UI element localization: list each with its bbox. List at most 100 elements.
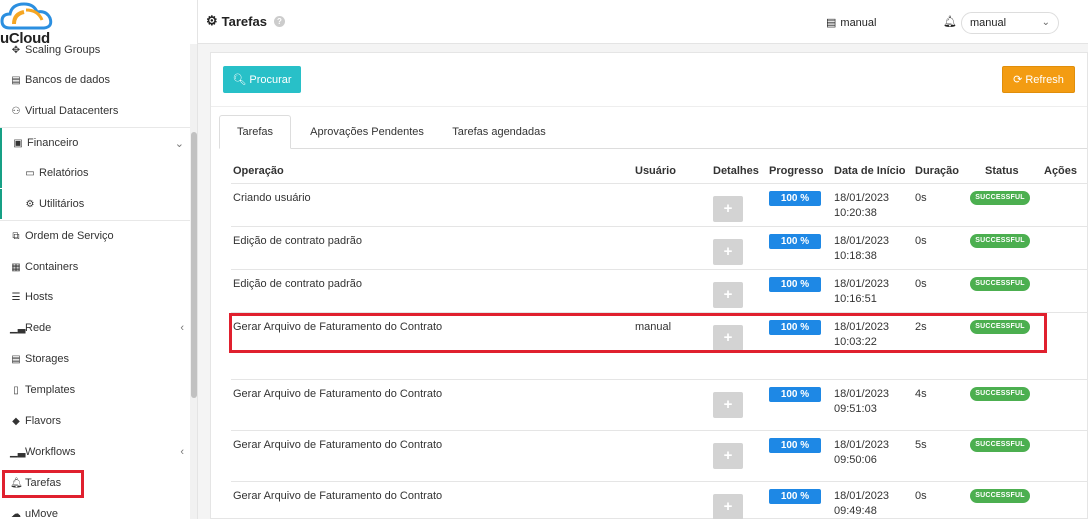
user-label[interactable]: ▤ manual	[826, 16, 877, 30]
sidebar-item-label: Hosts	[25, 291, 54, 303]
cloud-logo-icon	[0, 2, 53, 30]
details-button[interactable]: +	[713, 239, 743, 265]
duration-cell: 0s	[915, 278, 927, 290]
start-time-cell: 10:18:38	[834, 250, 877, 262]
clone-icon: ⧉	[12, 230, 20, 242]
tab-label: Tarefas agendadas	[452, 126, 546, 138]
column-header-operacao[interactable]: Operação	[233, 165, 284, 177]
sidebar-item-label: Containers	[25, 261, 79, 273]
sidebar: uCloud ✥ Scaling Groups ▤ Bancos de dado…	[0, 0, 198, 519]
details-button[interactable]: +	[713, 494, 743, 519]
operation-cell: Gerar Arquivo de Faturamento do Contrato	[233, 490, 443, 502]
column-header-status[interactable]: Status	[985, 165, 1019, 177]
operation-cell: Edição de contrato padrão	[233, 235, 363, 247]
status-badge: SUCCESSFUL	[970, 489, 1030, 503]
sidebar-item-label: Relatórios	[39, 167, 89, 179]
column-header-progresso[interactable]: Progresso	[769, 165, 823, 177]
tab-label: Aprovações Pendentes	[310, 126, 424, 138]
details-button[interactable]: +	[713, 392, 743, 418]
tag-icon: ◆	[12, 415, 20, 427]
column-header-data-de-inicio[interactable]: Data de Início	[834, 165, 906, 177]
sidebar-item-financeiro[interactable]: ▣ Financeiro ⌄	[0, 128, 190, 158]
sidebar-item-label: Templates	[25, 384, 76, 396]
sidebar-item-storages[interactable]: ▤ Storages	[0, 344, 190, 374]
column-header-acoes[interactable]: Ações	[1044, 165, 1077, 177]
column-header-duracao[interactable]: Duração	[915, 165, 959, 177]
progress-bar: 100 %	[769, 387, 821, 402]
chevron-left-icon: ‹	[180, 322, 184, 334]
sidebar-item-flavors[interactable]: ◆ Flavors	[0, 406, 190, 436]
sidebar-item-ordem-de-servico[interactable]: ⧉ Ordem de Serviço	[0, 221, 190, 251]
start-time-cell: 10:20:38	[834, 207, 877, 219]
help-icon[interactable]: ?	[273, 15, 285, 27]
start-date-cell: 18/01/2023	[834, 235, 890, 247]
refresh-button-label: Refresh	[1025, 73, 1064, 86]
progress-bar: 100 %	[769, 277, 821, 292]
duration-cell: 4s	[915, 388, 927, 400]
search-button-label: Procurar	[249, 73, 292, 86]
progress-bar: 100 %	[769, 234, 821, 249]
sidebar-item-relatorios[interactable]: ▭ Relatórios	[0, 158, 190, 188]
row-divider	[231, 430, 1088, 431]
network-icon: ⚇	[11, 105, 21, 117]
details-button[interactable]: +	[713, 196, 743, 222]
row-divider	[231, 379, 1088, 380]
start-time-cell: 09:49:48	[834, 505, 877, 517]
sidebar-item-templates[interactable]: ▯ Templates	[0, 375, 190, 405]
column-header-detalhes[interactable]: Detalhes	[713, 165, 759, 177]
tab-tarefas[interactable]: Tarefas	[219, 115, 291, 149]
status-badge: SUCCESSFUL	[970, 438, 1030, 452]
status-badge: SUCCESSFUL	[970, 234, 1030, 248]
chevron-down-icon: ⌄	[1041, 17, 1050, 28]
status-badge: SUCCESSFUL	[970, 277, 1030, 291]
sidebar-item-utilitarios[interactable]: ⚙ Utilitários	[0, 189, 190, 219]
topbar: ⚙ Tarefas ? ▤ manual 🔔︎ manual ⌄	[198, 0, 1088, 44]
content-panel: 🔍︎ Procurar ⟳ Refresh Tarefas Aprovações…	[210, 52, 1088, 519]
notification-bell-icon[interactable]: 🔔︎	[943, 15, 957, 28]
operation-cell: Criando usuário	[233, 192, 311, 204]
column-header-usuario[interactable]: Usuário	[635, 165, 676, 177]
sidebar-item-label: Utilitários	[39, 198, 85, 210]
cloud-upload-icon: ☁	[11, 508, 21, 519]
details-button[interactable]: +	[713, 443, 743, 469]
sidebar-item-label: uMove	[25, 508, 59, 519]
sidebar-item-rede[interactable]: ▁▃ Rede ‹	[0, 313, 190, 343]
sidebar-item-scaling-groups[interactable]: ✥ Scaling Groups	[0, 35, 190, 65]
row-divider	[231, 269, 1088, 270]
refresh-icon: ⟳	[1013, 74, 1023, 86]
tab-bar: Tarefas Aprovações Pendentes Tarefas age…	[219, 115, 1087, 149]
signal-icon: ▁▃	[10, 446, 26, 458]
file-icon: ▯	[13, 384, 19, 396]
sidebar-item-label: Ordem de Serviço	[25, 230, 114, 242]
tab-tarefas-agendadas[interactable]: Tarefas agendadas	[441, 115, 557, 149]
gear-icon: ⚙	[206, 13, 218, 28]
user-label-text: manual	[840, 16, 877, 29]
money-icon: ▣	[13, 137, 23, 149]
operation-cell: Gerar Arquivo de Faturamento do Contrato	[233, 439, 443, 451]
grid-icon: ▦	[11, 261, 21, 273]
sidebar-item-bancos-de-dados[interactable]: ▤ Bancos de dados	[0, 65, 190, 95]
sidebar-item-workflows[interactable]: ▁▃ Workflows ‹	[0, 437, 190, 467]
search-button[interactable]: 🔍︎ Procurar	[223, 66, 301, 93]
sidebar-item-label: Virtual Datacenters	[25, 105, 119, 117]
row-highlight-box	[229, 313, 1047, 353]
details-button[interactable]: +	[713, 282, 743, 308]
refresh-button[interactable]: ⟳ Refresh	[1002, 66, 1075, 93]
duration-cell: 5s	[915, 439, 927, 451]
operation-cell: Edição de contrato padrão	[233, 278, 363, 290]
tab-aprovacoes-pendentes[interactable]: Aprovações Pendentes	[297, 115, 437, 149]
monitor-icon: ▭	[25, 167, 35, 179]
sidebar-scrollbar-thumb[interactable]	[191, 132, 197, 398]
sidebar-item-hosts[interactable]: ☰ Hosts	[0, 282, 190, 312]
sidebar-item-umove[interactable]: ☁ uMove	[0, 499, 190, 519]
page-title: ⚙ Tarefas ?	[206, 13, 285, 29]
sidebar-item-label: Flavors	[25, 415, 62, 427]
status-badge: SUCCESSFUL	[970, 191, 1030, 205]
sidebar-item-virtual-datacenters[interactable]: ⚇ Virtual Datacenters	[0, 96, 190, 126]
row-divider	[231, 481, 1088, 482]
duration-cell: 0s	[915, 192, 927, 204]
sidebar-item-containers[interactable]: ▦ Containers	[0, 252, 190, 282]
server-icon: ☰	[11, 291, 21, 303]
progress-bar: 100 %	[769, 191, 821, 206]
account-select[interactable]: manual ⌄	[961, 12, 1059, 34]
